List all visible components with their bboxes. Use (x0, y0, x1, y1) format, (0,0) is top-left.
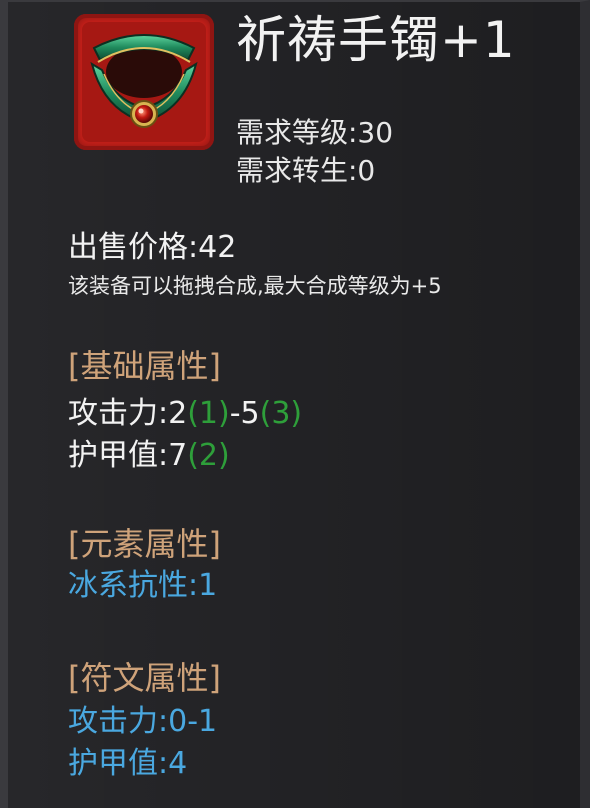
rune-armor-stat: 护甲值:4 (68, 746, 188, 781)
item-tooltip-panel: 祈祷手镯+1 需求等级:30 需求转生:0 出售价格:42 该装备可以拖拽合成,… (0, 0, 590, 808)
basic-attack-label: 攻击力:2 (68, 396, 188, 431)
basic-armor-label: 护甲值:7 (68, 438, 188, 473)
sell-price: 出售价格:42 (68, 230, 237, 265)
element-attributes-header: [元素属性] (68, 525, 221, 563)
rune-attack-stat: 攻击力:0-1 (68, 704, 218, 739)
rune-attributes-header: [符文属性] (68, 659, 221, 697)
required-level: 需求等级:30 (236, 116, 394, 149)
basic-attack-max: -5 (229, 396, 260, 431)
basic-armor-stat: 护甲值:7(2) (68, 438, 230, 474)
merge-note: 该装备可以拖拽合成,最大合成等级为+5 (68, 274, 442, 298)
required-rebirth: 需求转生:0 (236, 154, 376, 187)
item-icon-frame[interactable] (74, 14, 214, 150)
basic-attack-bonus-max: (3) (259, 396, 303, 431)
basic-attributes-header: [基础属性] (68, 347, 221, 385)
basic-attack-stat: 攻击力:2(1)-5(3) (68, 396, 302, 432)
ice-resist-stat: 冰系抗性:1 (68, 568, 218, 603)
basic-armor-bonus: (2) (187, 438, 230, 473)
bracelet-icon (82, 22, 206, 142)
basic-attack-bonus-min: (1) (187, 396, 230, 431)
item-name: 祈祷手镯+1 (236, 11, 516, 69)
